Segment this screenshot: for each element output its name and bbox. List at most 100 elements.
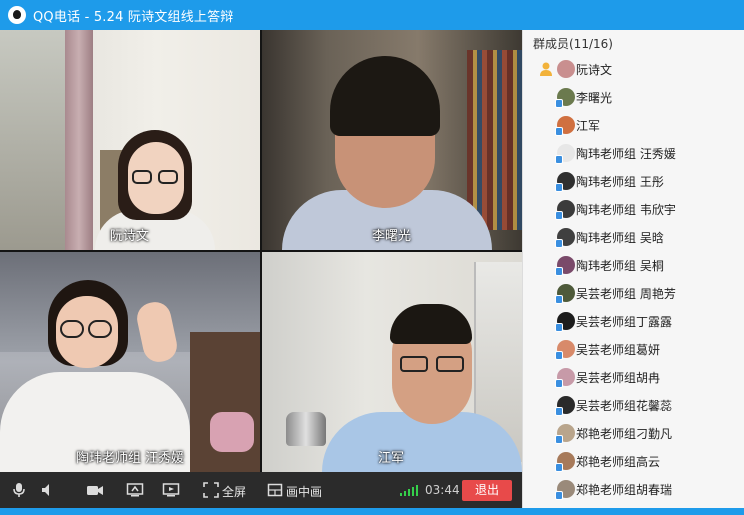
member-name: 吴芸老师组胡冉 [576, 370, 661, 385]
member-row[interactable]: 李曙光 [523, 83, 744, 111]
member-row[interactable]: 吴芸老师组丁露露 [523, 307, 744, 335]
member-panel: 群成员(11/16) 阮诗文李曙光江军陶玮老师组 汪秀媛 陶玮老师组 王彤 陶玮老师… [522, 30, 744, 508]
avatar [555, 144, 575, 164]
avatar [555, 88, 575, 108]
fullscreen-icon[interactable] [202, 482, 220, 498]
member-row[interactable]: 吴芸老师组葛妍 [523, 335, 744, 363]
microphone-icon[interactable] [10, 482, 28, 498]
member-row[interactable]: 陶玮老师组 吴晗 [523, 223, 744, 251]
presentation-icon[interactable] [162, 482, 180, 498]
avatar [555, 424, 575, 444]
pillow-background [210, 412, 254, 452]
pip-icon[interactable] [266, 482, 284, 498]
member-name: 郑艳老师组高云 [576, 454, 661, 469]
member-name: 郑艳老师组刁勤凡 [576, 426, 673, 441]
video-tile-3[interactable]: 陶玮老师组 汪秀媛 [0, 252, 260, 472]
video-grid: 阮诗文 李曙光 陶玮老师组 汪秀媛 江军 [0, 30, 522, 472]
member-row[interactable]: 郑艳老师组高云 [523, 447, 744, 475]
member-name: 江军 [576, 118, 601, 133]
fullscreen-button[interactable]: 全屏 [222, 483, 246, 500]
participant-hair [390, 304, 472, 344]
glasses-icon [60, 320, 84, 338]
screen-share-icon[interactable] [126, 482, 144, 498]
member-name: 吴芸老师组葛妍 [576, 342, 661, 357]
mic-status-icon [555, 99, 563, 108]
avatar [555, 172, 575, 192]
avatar [555, 116, 575, 136]
member-name: 阮诗文 [576, 62, 613, 77]
member-row[interactable]: 江军 [523, 111, 744, 139]
member-name: 陶玮老师组 吴晗 [576, 230, 664, 245]
participant-hair [330, 56, 440, 136]
member-row[interactable]: 吴芸老师组胡冉 [523, 363, 744, 391]
member-name: 李曙光 [576, 90, 613, 105]
avatar [555, 480, 575, 500]
pip-button[interactable]: 画中画 [286, 483, 322, 500]
glasses-icon [158, 170, 178, 184]
speaker-icon[interactable] [38, 482, 56, 498]
mic-status-icon [555, 407, 563, 416]
member-name: 陶玮老师组 吴桐 [576, 258, 664, 273]
member-row[interactable]: 阮诗文 [523, 55, 744, 83]
participant-name: 江军 [378, 451, 405, 466]
qq-call-window: QQ电话 - 5.24 阮诗文组线上答辩 阮诗文 李曙光 陶玮老师组 汪秀媛 江… [0, 0, 744, 515]
mic-status-icon [555, 239, 563, 248]
member-count-title: 群成员(11/16) [533, 37, 613, 51]
member-name: 吴芸老师组 周艳芳 [576, 286, 676, 301]
participant-face [56, 296, 118, 368]
mic-status-icon [555, 183, 563, 192]
mic-status-icon [555, 267, 563, 276]
glasses-icon [132, 170, 152, 184]
member-row[interactable]: 郑艳老师组胡春瑞 [523, 475, 744, 503]
video-tile-2[interactable]: 李曙光 [262, 30, 522, 250]
member-name: 陶玮老师组 韦欣宇 [576, 202, 676, 217]
host-icon [538, 61, 554, 77]
member-row[interactable]: 陶玮老师组 汪秀媛 [523, 139, 744, 167]
member-row[interactable]: 陶玮老师组 吴桐 [523, 251, 744, 279]
glasses-icon [436, 356, 464, 372]
video-tile-1[interactable]: 阮诗文 [0, 30, 260, 250]
participant-face [128, 142, 184, 214]
avatar [555, 228, 575, 248]
video-tile-4[interactable]: 江军 [262, 252, 522, 472]
kettle-background [286, 412, 326, 446]
member-name: 吴芸老师组花馨蕊 [576, 398, 673, 413]
exit-button[interactable]: 退出 [462, 480, 512, 501]
avatar [557, 60, 575, 78]
member-row[interactable]: 吴芸老师组花馨蕊 [523, 391, 744, 419]
member-name: 陶玮老师组 汪秀媛 [576, 146, 676, 161]
title-bar[interactable]: QQ电话 - 5.24 阮诗文组线上答辩 [0, 0, 744, 30]
member-name: 郑艳老师组胡春瑞 [576, 482, 673, 497]
bookshelf-background [467, 50, 522, 230]
member-row[interactable]: 陶玮老师组 韦欣宇 [523, 195, 744, 223]
mic-status-icon [555, 127, 563, 136]
window-title: QQ电话 - 5.24 阮诗文组线上答辩 [33, 9, 234, 25]
mic-status-icon [555, 323, 563, 332]
qq-logo-icon [8, 6, 26, 24]
mic-status-icon [555, 211, 563, 220]
glasses-icon [400, 356, 428, 372]
curtain-background [65, 30, 93, 250]
avatar [555, 396, 575, 416]
mic-status-icon [555, 379, 563, 388]
glasses-icon [88, 320, 112, 338]
participant-name: 陶玮老师组 汪秀媛 [76, 451, 185, 466]
avatar [555, 312, 575, 332]
avatar [555, 256, 575, 276]
member-name: 陶玮老师组 王彤 [576, 174, 664, 189]
mic-status-icon [555, 435, 563, 444]
avatar [555, 200, 575, 220]
member-row[interactable]: 郑艳老师组刁勤凡 [523, 419, 744, 447]
member-row[interactable]: 吴芸老师组 周艳芳 [523, 279, 744, 307]
call-toolbar: 全屏 画中画 03:44 退出 [0, 472, 522, 508]
call-timer: 03:44 [425, 483, 460, 497]
avatar [555, 452, 575, 472]
participant-name: 李曙光 [372, 229, 412, 244]
mic-status-icon [555, 463, 563, 472]
participant-name: 阮诗文 [110, 229, 150, 244]
avatar [555, 368, 575, 388]
camera-icon[interactable] [86, 482, 104, 498]
member-row[interactable]: 陶玮老师组 王彤 [523, 167, 744, 195]
mic-status-icon [555, 491, 563, 500]
avatar [555, 340, 575, 360]
